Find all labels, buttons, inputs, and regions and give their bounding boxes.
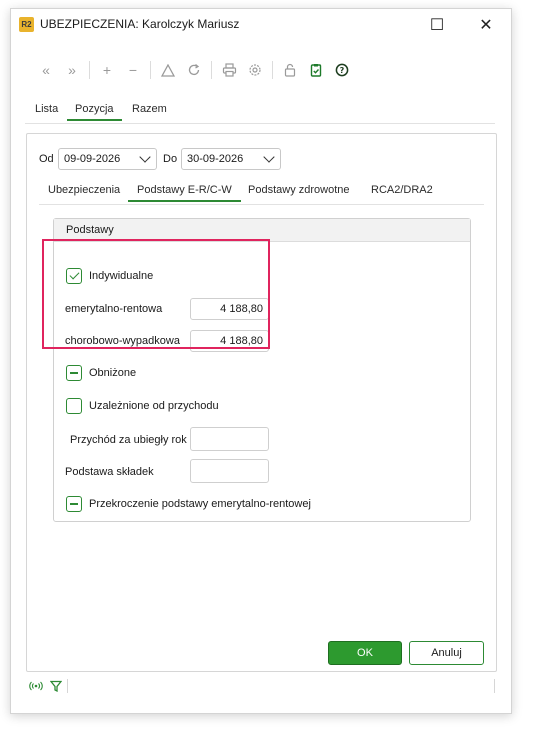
position-panel: Od 09-09-2026 Do 30-09-2026 Ubezpieczeni… — [26, 133, 497, 672]
przekroczenie-label: Przekroczenie podstawy emerytalno-rentow… — [89, 498, 311, 510]
filter-icon[interactable] — [49, 680, 63, 695]
przekroczenie-checkbox[interactable] — [66, 496, 82, 512]
chevron-down-icon — [139, 151, 151, 163]
przychod-label: Przychód za ubiegły rok — [70, 434, 187, 446]
status-bar — [25, 677, 495, 697]
toolbar-divider — [89, 61, 90, 79]
toolbar-divider — [150, 61, 151, 79]
tab-lista[interactable]: Lista — [35, 103, 58, 119]
signal-icon[interactable] — [29, 680, 43, 695]
clipboard-icon[interactable] — [305, 59, 327, 81]
print-icon[interactable] — [218, 59, 240, 81]
podstawa-skladek-input[interactable] — [190, 459, 269, 483]
uzaleznione-checkbox[interactable] — [66, 398, 82, 414]
tab-razem[interactable]: Razem — [132, 103, 167, 119]
status-divider — [67, 679, 68, 693]
app-logo-icon: R2 — [19, 17, 34, 32]
tab-podstawy-er-cw[interactable]: Podstawy E-R/C-W — [128, 184, 241, 202]
podstawa-skladek-label: Podstawa składek — [65, 466, 154, 478]
maximize-button[interactable]: ☐ — [424, 13, 450, 37]
date-from-select[interactable]: 09-09-2026 — [58, 148, 157, 170]
inner-tabs: Ubezpieczenia Podstawy E-R/C-W Podstawy … — [39, 182, 484, 205]
title-bar: R2 UBEZPIECZENIA: Karolczyk Mariusz ☐ ✕ — [11, 9, 511, 41]
obnizone-label: Obniżone — [89, 367, 137, 379]
dialog-window: R2 UBEZPIECZENIA: Karolczyk Mariusz ☐ ✕ … — [10, 8, 512, 714]
tab-rca2-dra2[interactable]: RCA2/DRA2 — [371, 184, 433, 200]
maximize-icon: ☐ — [429, 17, 445, 34]
add-icon[interactable]: + — [96, 59, 118, 81]
date-from-value: 09-09-2026 — [64, 153, 121, 165]
toolbar: « » + − ? — [35, 59, 357, 81]
ok-button[interactable]: OK — [328, 641, 402, 665]
warning-icon[interactable] — [157, 59, 179, 81]
top-tabs: Lista Pozycja Razem — [25, 101, 495, 124]
close-button[interactable]: ✕ — [473, 13, 499, 37]
status-divider — [494, 679, 495, 693]
settings-icon[interactable] — [244, 59, 266, 81]
tab-ubezpieczenia[interactable]: Ubezpieczenia — [48, 184, 120, 200]
tab-pozycja[interactable]: Pozycja — [67, 103, 122, 121]
chevron-down-icon — [263, 151, 275, 163]
svg-text:?: ? — [340, 66, 345, 75]
window-title: UBEZPIECZENIA: Karolczyk Mariusz — [40, 17, 240, 31]
date-to-value: 30-09-2026 — [187, 153, 244, 165]
refresh-icon[interactable] — [183, 59, 205, 81]
uzaleznione-label: Uzależnione od przychodu — [89, 400, 219, 412]
podstawy-group-title: Podstawy — [66, 224, 114, 236]
obnizone-checkbox[interactable] — [66, 365, 82, 381]
lock-icon[interactable] — [279, 59, 301, 81]
highlight-box — [42, 239, 270, 349]
przychod-input[interactable] — [190, 427, 269, 451]
tab-podstawy-zdrowotne[interactable]: Podstawy zdrowotne — [248, 184, 350, 200]
next-record-icon[interactable]: » — [61, 59, 83, 81]
toolbar-divider — [272, 61, 273, 79]
first-record-icon[interactable]: « — [35, 59, 57, 81]
date-to-label: Do — [163, 153, 178, 165]
date-from-label: Od — [39, 153, 54, 165]
cancel-button[interactable]: Anuluj — [409, 641, 484, 665]
close-icon: ✕ — [479, 17, 493, 34]
help-icon[interactable]: ? — [331, 59, 353, 81]
date-to-select[interactable]: 30-09-2026 — [181, 148, 281, 170]
toolbar-divider — [211, 61, 212, 79]
remove-icon[interactable]: − — [122, 59, 144, 81]
